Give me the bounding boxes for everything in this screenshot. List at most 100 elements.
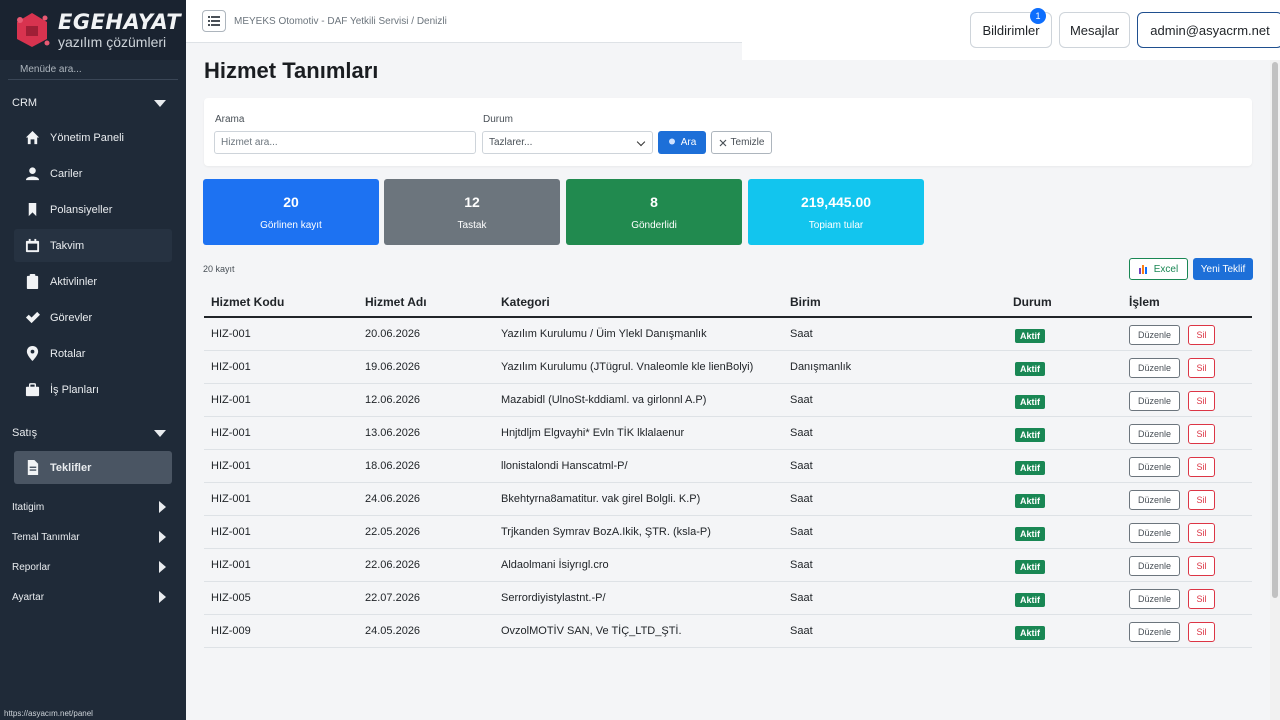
sidebar-item-polansiyeller[interactable]: Polansiyeller: [14, 193, 172, 226]
delete-button[interactable]: Sil: [1188, 424, 1215, 444]
pin-icon: [668, 138, 675, 145]
stat-value: 219,445.00: [800, 193, 872, 210]
sidebar-item-rotalar[interactable]: Rotalar: [14, 337, 172, 370]
stat-card: 20 Görlinen kayıt: [203, 179, 379, 245]
sidebar-item-takvim[interactable]: Takvim: [14, 229, 172, 262]
column-header[interactable]: Durum: [1013, 295, 1052, 309]
status-badge: Aktif: [1015, 494, 1045, 508]
cell-code: HIZ-001: [211, 493, 251, 505]
sidebar-item-i-planlar[interactable]: İş Planları: [14, 373, 172, 406]
stat-label: Gönderlidi: [631, 219, 677, 231]
section-label: Temal Tanımlar: [12, 531, 80, 543]
section-crm[interactable]: CRM: [0, 88, 186, 118]
clipboard-icon: [24, 274, 40, 290]
user-menu-button[interactable]: admin@asyacrm.net: [1137, 12, 1280, 48]
edit-button[interactable]: Düzenle: [1129, 325, 1180, 345]
delete-button[interactable]: Sil: [1188, 523, 1215, 543]
services-table: Hizmet Kodu Hizmet Adı Kategori Birim Durum İ…: [204, 285, 1252, 648]
delete-button[interactable]: Sil: [1188, 622, 1215, 642]
chevron-down-icon: [636, 137, 646, 147]
column-header[interactable]: Birim: [790, 295, 821, 309]
notifications-badge: 1: [1030, 8, 1046, 24]
column-header[interactable]: Hizmet Kodu: [211, 295, 284, 309]
table-row[interactable]: HIZ-001 13.06.2026 Hnjtdljm Elgvayhi* Evln…: [204, 417, 1252, 450]
sidebar-toggle-button[interactable]: [202, 10, 226, 32]
search-input[interactable]: Hizmet ara...: [214, 131, 476, 154]
table-row[interactable]: HIZ-001 22.05.2026 Trjkanden Symrav BozA.I…: [204, 516, 1252, 549]
page-scrollbar[interactable]: [1270, 60, 1280, 720]
sidebar-item-label: Teklifler: [50, 461, 92, 474]
caret-down-icon: [154, 99, 166, 107]
status-badge: Aktif: [1015, 329, 1045, 343]
table-row[interactable]: HIZ-005 22.07.2026 Serrordiyistylastnt.-P/…: [204, 582, 1252, 615]
sidebar-item-teklifler[interactable]: Teklifler: [14, 451, 172, 484]
delete-button[interactable]: Sil: [1188, 589, 1215, 609]
sidebar-item-label: Rotalar: [50, 347, 86, 360]
section-itatigim[interactable]: Itatigim: [0, 492, 186, 522]
sidebar-item-label: Polansiyeller: [50, 203, 113, 216]
section-reporlar[interactable]: Reporlar: [0, 552, 186, 582]
logo-mark-icon: [12, 10, 52, 50]
cell-date: 22.05.2026: [365, 526, 421, 538]
clear-button-label: Temizle: [730, 137, 765, 148]
table-row[interactable]: HIZ-001 20.06.2026 Yazılım Kurulumu / Üim …: [204, 318, 1252, 351]
notifications-button[interactable]: Bildirimler 1: [970, 8, 1052, 48]
sidebar-item-aktivlinler[interactable]: Aktivlinler: [14, 265, 172, 298]
delete-button[interactable]: Sil: [1188, 325, 1215, 345]
cell-date: 20.06.2026: [365, 328, 421, 340]
brand-name: EGEHAYAT: [58, 9, 182, 34]
column-header[interactable]: Hizmet Adı: [365, 295, 427, 309]
sidebar-item-cariler[interactable]: Cariler: [14, 157, 172, 190]
search-button[interactable]: Ara: [658, 131, 706, 154]
sidebar-item-y-netim-paneli[interactable]: Yönetim Paneli: [14, 121, 172, 154]
stat-label: Topiam tular: [808, 219, 864, 231]
column-header[interactable]: Kategori: [501, 295, 550, 309]
caret-right-icon: [159, 501, 166, 513]
sidebar-item-g-revler[interactable]: Görevler: [14, 301, 172, 334]
table-row[interactable]: HIZ-001 22.06.2026 Aldaolmani İsiyrıgl.cro…: [204, 549, 1252, 582]
excel-button[interactable]: Excel: [1129, 258, 1188, 280]
edit-button[interactable]: Düzenle: [1129, 457, 1180, 477]
cell-code: HIZ-001: [211, 361, 251, 373]
edit-button[interactable]: Düzenle: [1129, 358, 1180, 378]
sidebar-item-label: Görevler: [50, 311, 93, 324]
cell-code: HIZ-001: [211, 559, 251, 571]
cell-date: 24.06.2026: [365, 493, 421, 505]
table-row[interactable]: HIZ-001 12.06.2026 Mazabidl (UlnoSt-kddiam…: [204, 384, 1252, 417]
delete-button[interactable]: Sil: [1188, 358, 1215, 378]
section-sales[interactable]: Satış: [0, 418, 186, 448]
brand-logo[interactable]: EGEHAYAT yazılım çözümleri: [0, 0, 186, 60]
status-badge: Aktif: [1015, 527, 1045, 541]
status-select[interactable]: Tazlarer...: [482, 131, 653, 154]
scroll-thumb[interactable]: [1272, 62, 1278, 598]
edit-button[interactable]: Düzenle: [1129, 622, 1180, 642]
edit-button[interactable]: Düzenle: [1129, 391, 1180, 411]
edit-button[interactable]: Düzenle: [1129, 424, 1180, 444]
delete-button[interactable]: Sil: [1188, 391, 1215, 411]
section-ayartar[interactable]: Ayartar: [0, 582, 186, 612]
cell-unit: Saat: [790, 592, 813, 604]
table-row[interactable]: HIZ-001 19.06.2026 Yazılım Kurulumu (JTügr…: [204, 351, 1252, 384]
section-temal-tan-mlar[interactable]: Temal Tanımlar: [0, 522, 186, 552]
clear-button[interactable]: Temizle: [711, 131, 772, 154]
delete-button[interactable]: Sil: [1188, 556, 1215, 576]
notifications-label: Bildirimler: [982, 22, 1040, 38]
status-badge: Aktif: [1015, 593, 1045, 607]
edit-button[interactable]: Düzenle: [1129, 490, 1180, 510]
search-button-label: Ara: [680, 137, 697, 148]
messages-button[interactable]: Mesajlar: [1059, 12, 1130, 48]
column-header[interactable]: İşlem: [1129, 295, 1160, 309]
bookmark-icon: [24, 202, 40, 218]
edit-button[interactable]: Düzenle: [1129, 589, 1180, 609]
cell-date: 22.07.2026: [365, 592, 421, 604]
menu-search-input[interactable]: Menüde ara...: [8, 60, 178, 80]
table-row[interactable]: HIZ-009 24.05.2026 OvzolMOTİV SAN, Ve TİÇ_…: [204, 615, 1252, 648]
sidebar-item-label: Takvim: [50, 239, 85, 252]
table-row[interactable]: HIZ-001 18.06.2026 llonistalondi Hanscatml…: [204, 450, 1252, 483]
delete-button[interactable]: Sil: [1188, 457, 1215, 477]
edit-button[interactable]: Düzenle: [1129, 556, 1180, 576]
table-row[interactable]: HIZ-001 24.06.2026 Bkehtyrna8amatitur. vak…: [204, 483, 1252, 516]
new-offer-button[interactable]: Yeni Teklif: [1193, 258, 1253, 280]
edit-button[interactable]: Düzenle: [1129, 523, 1180, 543]
delete-button[interactable]: Sil: [1188, 490, 1215, 510]
